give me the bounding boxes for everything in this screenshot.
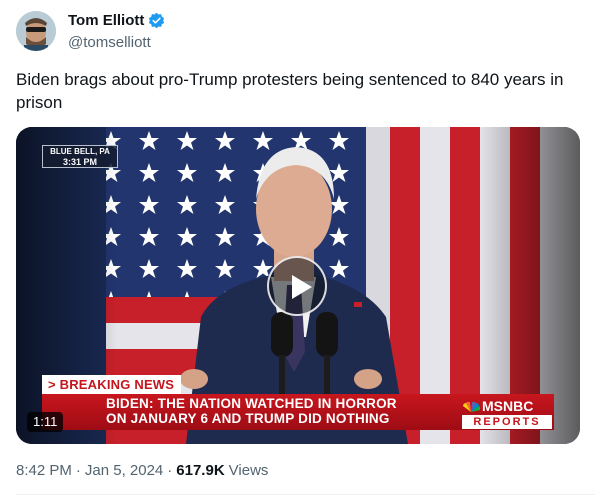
video-player[interactable]: BLUE BELL, PA 3:31 PM > BREAKING NEWS BI…: [16, 127, 580, 444]
avatar-image: [16, 11, 56, 51]
location-time: 3:31 PM: [62, 157, 97, 167]
network-sub-label: REPORTS: [462, 415, 552, 429]
divider: [16, 494, 595, 495]
tweet-meta: 8:42 PM · Jan 5, 2024 · 617.9K Views: [16, 462, 268, 479]
chyron-headline-line1: BIDEN: THE NATION WATCHED IN HORROR: [106, 396, 397, 411]
breaking-news-label: > BREAKING NEWS: [42, 375, 181, 394]
play-icon[interactable]: [267, 256, 327, 316]
peacock-icon: [463, 402, 480, 412]
tweet-time[interactable]: 8:42 PM: [16, 462, 72, 479]
meta-separator: ·: [75, 462, 81, 479]
author-display-name[interactable]: Tom Elliott: [68, 12, 144, 29]
location-city: BLUE BELL, PA: [50, 147, 110, 156]
author-handle[interactable]: @tomselliott: [68, 34, 151, 51]
avatar[interactable]: [16, 11, 56, 51]
tweet-text: Biden brags about pro-Trump protesters b…: [16, 70, 564, 112]
verified-badge-icon[interactable]: [148, 12, 165, 29]
chyron-headline: BIDEN: THE NATION WATCHED IN HORROR ON J…: [106, 396, 397, 426]
location-bug: BLUE BELL, PA 3:31 PM: [42, 145, 118, 168]
views-count[interactable]: 617.9K: [176, 462, 224, 479]
views-label: Views: [228, 462, 269, 479]
network-name: MSNBC: [482, 398, 534, 414]
network-logo: MSNBC: [462, 398, 533, 414]
author-name-row: Tom Elliott: [68, 12, 165, 29]
chyron-headline-line2: ON JANUARY 6 AND TRUMP DID NOTHING: [106, 411, 390, 426]
tweet-card[interactable]: Tom Elliott @tomselliott Biden brags abo…: [0, 0, 611, 498]
video-duration: 1:11: [27, 412, 64, 432]
meta-separator-2: ·: [167, 462, 173, 479]
tweet-date[interactable]: Jan 5, 2024: [85, 462, 163, 479]
